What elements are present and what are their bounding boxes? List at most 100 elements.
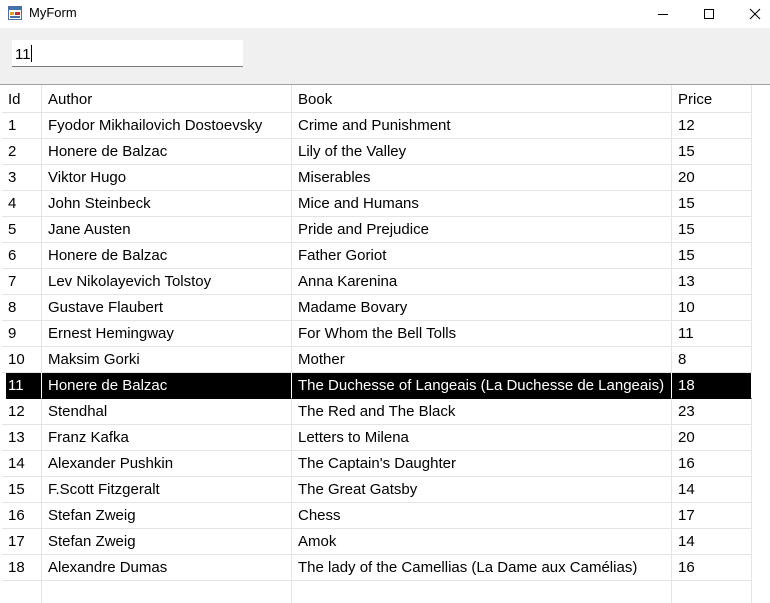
book-cell[interactable]: Anna Karenina xyxy=(292,269,672,295)
id-cell[interactable]: 3 xyxy=(2,165,42,191)
author-cell[interactable]: F.Scott Fitzgeralt xyxy=(42,477,292,503)
book-cell[interactable]: Lily of the Valley xyxy=(292,139,672,165)
id-cell[interactable]: 5 xyxy=(2,217,42,243)
author-cell[interactable]: Honere de Balzac xyxy=(42,139,292,165)
table-row[interactable]: 1 Fyodor Mikhailovich Dostoevsky Crime and… xyxy=(0,113,770,139)
id-cell[interactable]: 14 xyxy=(2,451,42,477)
price-cell[interactable]: 17 xyxy=(672,503,752,529)
table-row[interactable]: 17 Stefan Zweig Amok 14 xyxy=(0,529,770,555)
author-cell[interactable]: Stefan Zweig xyxy=(42,503,292,529)
price-cell[interactable]: 11 xyxy=(672,321,752,347)
table-row[interactable]: 3 Viktor Hugo Miserables 20 xyxy=(0,165,770,191)
price-cell[interactable]: 20 xyxy=(672,165,752,191)
search-input[interactable] xyxy=(12,40,243,67)
column-header-book[interactable]: Book xyxy=(292,87,672,113)
book-cell[interactable]: For Whom the Bell Tolls xyxy=(292,321,672,347)
table-row[interactable]: 8 Gustave Flaubert Madame Bovary 10 xyxy=(0,295,770,321)
minimize-button[interactable] xyxy=(640,0,686,28)
book-cell[interactable]: Mice and Humans xyxy=(292,191,672,217)
price-cell[interactable]: 15 xyxy=(672,139,752,165)
table-row[interactable]: 9 Ernest Hemingway For Whom the Bell Tolls… xyxy=(0,321,770,347)
price-cell[interactable]: 16 xyxy=(672,555,752,581)
author-cell[interactable]: Alexandre Dumas xyxy=(42,555,292,581)
table-row[interactable]: 13 Franz Kafka Letters to Milena 20 xyxy=(0,425,770,451)
id-cell[interactable]: 17 xyxy=(2,529,42,555)
id-cell[interactable]: 6 xyxy=(2,243,42,269)
book-cell[interactable]: Letters to Milena xyxy=(292,425,672,451)
author-cell[interactable]: Fyodor Mikhailovich Dostoevsky xyxy=(42,113,292,139)
book-cell[interactable]: Pride and Prejudice xyxy=(292,217,672,243)
books-grid[interactable]: Id Author Book Price 1 Fyodor Mikhailovic… xyxy=(0,84,770,603)
id-cell[interactable]: 4 xyxy=(2,191,42,217)
price-cell[interactable]: 8 xyxy=(672,347,752,373)
price-cell[interactable]: 15 xyxy=(672,191,752,217)
id-cell[interactable]: 15 xyxy=(2,477,42,503)
id-cell[interactable]: 13 xyxy=(2,425,42,451)
table-row[interactable]: 18 Alexandre Dumas The lady of the Camelli… xyxy=(0,555,770,581)
price-cell[interactable]: 14 xyxy=(672,477,752,503)
id-cell[interactable]: 10 xyxy=(2,347,42,373)
author-cell[interactable]: Gustave Flaubert xyxy=(42,295,292,321)
price-cell[interactable]: 13 xyxy=(672,269,752,295)
book-cell[interactable]: Chess xyxy=(292,503,672,529)
table-row[interactable]: 7 Lev Nikolayevich Tolstoy Anna Karenina 13 xyxy=(0,269,770,295)
price-cell[interactable]: 14 xyxy=(672,529,752,555)
price-cell[interactable]: 12 xyxy=(672,113,752,139)
author-cell[interactable]: John Steinbeck xyxy=(42,191,292,217)
author-cell[interactable]: Lev Nikolayevich Tolstoy xyxy=(42,269,292,295)
id-cell[interactable]: 12 xyxy=(2,399,42,425)
book-cell[interactable]: Father Goriot xyxy=(292,243,672,269)
table-row[interactable]: 2 Honere de Balzac Lily of the Valley 15 xyxy=(0,139,770,165)
price-cell[interactable]: 15 xyxy=(672,217,752,243)
table-row[interactable]: 16 Stefan Zweig Chess 17 xyxy=(0,503,770,529)
table-row[interactable]: 14 Alexander Pushkin The Captain's Daughte… xyxy=(0,451,770,477)
book-cell[interactable]: The Duchesse of Langeais (La Duchesse de… xyxy=(292,373,672,399)
author-cell[interactable]: Honere de Balzac xyxy=(42,373,292,399)
book-cell[interactable]: Crime and Punishment xyxy=(292,113,672,139)
table-row[interactable]: 11 Honere de Balzac The Duchesse of Langea… xyxy=(0,373,770,399)
author-cell[interactable]: Maksim Gorki xyxy=(42,347,292,373)
book-cell[interactable]: The lady of the Camellias (La Dame aux C… xyxy=(292,555,672,581)
author-cell[interactable]: Ernest Hemingway xyxy=(42,321,292,347)
book-cell[interactable]: Amok xyxy=(292,529,672,555)
book-cell[interactable]: The Red and The Black xyxy=(292,399,672,425)
table-row[interactable]: 5 Jane Austen Pride and Prejudice 15 xyxy=(0,217,770,243)
book-cell[interactable]: Madame Bovary xyxy=(292,295,672,321)
column-header-author[interactable]: Author xyxy=(42,87,292,113)
book-cell[interactable]: The Captain's Daughter xyxy=(292,451,672,477)
book-cell[interactable]: Miserables xyxy=(292,165,672,191)
price-cell[interactable]: 20 xyxy=(672,425,752,451)
id-cell[interactable]: 9 xyxy=(2,321,42,347)
column-header-price[interactable]: Price xyxy=(672,87,752,113)
table-row[interactable]: 6 Honere de Balzac Father Goriot 15 xyxy=(0,243,770,269)
book-cell[interactable]: Mother xyxy=(292,347,672,373)
id-cell[interactable]: 11 xyxy=(6,373,42,399)
id-cell[interactable]: 8 xyxy=(2,295,42,321)
table-row[interactable]: 15 F.Scott Fitzgeralt The Great Gatsby 14 xyxy=(0,477,770,503)
id-cell[interactable]: 2 xyxy=(2,139,42,165)
author-cell[interactable]: Honere de Balzac xyxy=(42,243,292,269)
price-cell[interactable]: 10 xyxy=(672,295,752,321)
author-cell[interactable]: Alexander Pushkin xyxy=(42,451,292,477)
author-cell[interactable]: Viktor Hugo xyxy=(42,165,292,191)
maximize-button[interactable] xyxy=(686,0,732,28)
id-cell[interactable]: 7 xyxy=(2,269,42,295)
author-cell[interactable]: Stendhal xyxy=(42,399,292,425)
title-bar[interactable]: MyForm xyxy=(0,0,770,28)
table-row[interactable]: 10 Maksim Gorki Mother 8 xyxy=(0,347,770,373)
table-row[interactable]: 12 Stendhal The Red and The Black 23 xyxy=(0,399,770,425)
price-cell[interactable]: 23 xyxy=(672,399,752,425)
table-row[interactable]: 4 John Steinbeck Mice and Humans 15 xyxy=(0,191,770,217)
id-cell[interactable]: 1 xyxy=(2,113,42,139)
id-cell[interactable]: 16 xyxy=(2,503,42,529)
column-header-id[interactable]: Id xyxy=(2,87,42,113)
price-cell[interactable]: 16 xyxy=(672,451,752,477)
book-cell[interactable]: The Great Gatsby xyxy=(292,477,672,503)
close-button[interactable] xyxy=(732,0,770,28)
author-cell[interactable]: Franz Kafka xyxy=(42,425,292,451)
price-cell[interactable]: 15 xyxy=(672,243,752,269)
author-cell[interactable]: Jane Austen xyxy=(42,217,292,243)
id-cell[interactable]: 18 xyxy=(2,555,42,581)
price-cell[interactable]: 18 xyxy=(672,373,752,399)
author-cell[interactable]: Stefan Zweig xyxy=(42,529,292,555)
